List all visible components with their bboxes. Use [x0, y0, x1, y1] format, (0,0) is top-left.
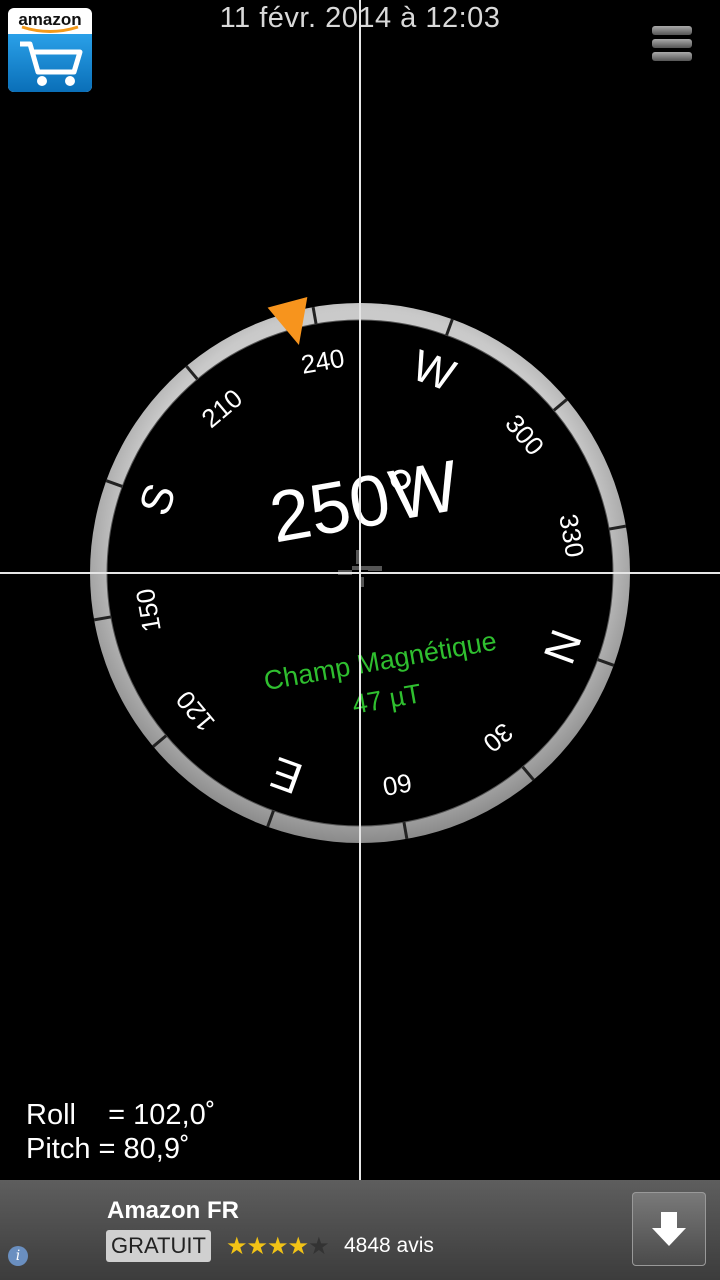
star-filled-icon: ★	[267, 1233, 288, 1260]
roll-readout: Roll = 102,0˚	[26, 1099, 216, 1131]
star-rating: ★★★★★	[226, 1232, 330, 1261]
download-button[interactable]	[632, 1192, 706, 1266]
pitch-readout: Pitch = 80,9˚	[26, 1133, 190, 1165]
star-filled-icon: ★	[246, 1233, 268, 1260]
ad-title: Amazon FR	[107, 1197, 239, 1224]
star-filled-icon: ★	[287, 1233, 309, 1260]
degree-label-60: 60	[380, 767, 414, 802]
ad-review-count: 4848 avis	[344, 1234, 434, 1257]
info-icon[interactable]: i	[8, 1246, 28, 1266]
horizontal-crosshair	[0, 572, 720, 574]
vertical-crosshair	[359, 0, 361, 1180]
orientation-readout: Roll = 102,0˚ Pitch = 80,9˚	[26, 1098, 215, 1166]
star-filled-icon: ★	[226, 1233, 247, 1260]
star-empty-icon: ★	[308, 1233, 329, 1260]
amazon-app-icon[interactable]: amazon	[8, 8, 92, 92]
shopping-cart-icon	[20, 25, 83, 86]
ad-price-badge: GRATUIT	[106, 1230, 211, 1262]
heading-direction: W	[384, 446, 465, 537]
download-arrow-icon	[652, 1212, 686, 1246]
